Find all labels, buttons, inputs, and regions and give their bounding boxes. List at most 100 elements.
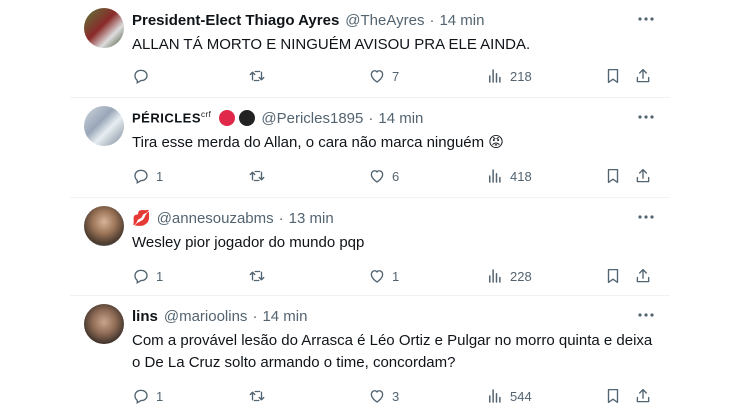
- bookmark-icon: [607, 268, 619, 284]
- views-chart-icon: [489, 169, 501, 183]
- retweet-icon: [249, 170, 265, 182]
- share-button[interactable]: [634, 66, 652, 86]
- retweet-button[interactable]: [248, 166, 266, 186]
- reply-icon: [134, 169, 148, 185]
- like-count: 6: [392, 168, 400, 184]
- bookmark-icon: [607, 168, 619, 184]
- timestamp[interactable]: 14 min: [378, 110, 423, 127]
- timestamp[interactable]: 14 min: [262, 308, 307, 325]
- like-button[interactable]: 1: [368, 266, 399, 286]
- views-count: 418: [510, 168, 532, 184]
- views-button[interactable]: 228: [486, 266, 532, 286]
- more-horizontal-icon[interactable]: [636, 210, 656, 224]
- share-button[interactable]: [634, 266, 652, 286]
- author-name-text: PÉRICLES: [132, 110, 202, 126]
- avatar[interactable]: [84, 206, 124, 246]
- reply-count: 1: [156, 388, 164, 404]
- avatar[interactable]: [84, 106, 124, 146]
- author-handle[interactable]: @annesouzabms: [157, 210, 274, 227]
- author-handle[interactable]: @Pericles1895: [261, 110, 363, 127]
- separator-dot: ·: [278, 209, 284, 227]
- reply-feed: President-Elect Thiago Ayres @TheAyres ·…: [0, 0, 740, 416]
- post-text: Wesley pior jogador do mundo pqp: [132, 234, 365, 251]
- heart-icon: [370, 270, 384, 283]
- bookmark-button[interactable]: [604, 166, 622, 186]
- views-count: 228: [510, 268, 532, 284]
- share-icon: [636, 268, 650, 283]
- timestamp[interactable]: 13 min: [289, 210, 334, 227]
- post-header: 💋 @annesouzabms · 13 min: [132, 208, 630, 228]
- red-circle-badge-icon: [219, 110, 236, 126]
- action-bar: 1 1 228: [132, 266, 662, 286]
- share-icon: [636, 388, 650, 403]
- like-count: 1: [392, 268, 400, 284]
- action-bar: 1 3 544: [132, 386, 662, 406]
- author-name-sup: crf: [201, 110, 212, 120]
- retweet-icon: [249, 70, 265, 82]
- views-button[interactable]: 544: [486, 386, 532, 406]
- reply-post[interactable]: PÉRICLEScrf @Pericles1895 · 14 min Tira …: [70, 98, 670, 198]
- author-name[interactable]: 💋: [132, 209, 151, 227]
- retweet-button[interactable]: [248, 386, 266, 406]
- reply-button[interactable]: 1: [132, 166, 163, 186]
- heart-icon: [370, 390, 384, 403]
- separator-dot: ·: [429, 11, 435, 29]
- bookmark-button[interactable]: [604, 66, 622, 86]
- reply-icon: [134, 389, 148, 405]
- like-count: 7: [392, 68, 400, 84]
- more-horizontal-icon[interactable]: [636, 308, 656, 322]
- post-header: PÉRICLEScrf @Pericles1895 · 14 min: [132, 108, 630, 128]
- bookmark-icon: [607, 388, 619, 404]
- reply-post[interactable]: 💋 @annesouzabms · 13 min Wesley pior jog…: [70, 198, 670, 296]
- bookmark-button[interactable]: [604, 386, 622, 406]
- retweet-icon: [249, 270, 265, 282]
- avatar[interactable]: [84, 8, 124, 48]
- author-name[interactable]: lins: [132, 308, 158, 325]
- timestamp[interactable]: 14 min: [439, 12, 484, 29]
- share-button[interactable]: [634, 386, 652, 406]
- black-circle-badge-icon: [239, 110, 256, 126]
- views-button[interactable]: 418: [486, 166, 532, 186]
- reply-button[interactable]: 1: [132, 266, 163, 286]
- views-chart-icon: [489, 69, 501, 83]
- reply-count: 1: [156, 268, 164, 284]
- action-bar: 1 6 418: [132, 166, 662, 186]
- like-button[interactable]: 7: [368, 66, 399, 86]
- reply-post[interactable]: President-Elect Thiago Ayres @TheAyres ·…: [70, 0, 670, 98]
- views-button[interactable]: 218: [486, 66, 532, 86]
- heart-icon: [370, 70, 384, 83]
- avatar[interactable]: [84, 304, 124, 344]
- like-button[interactable]: 3: [368, 386, 399, 406]
- heart-icon: [370, 170, 384, 183]
- separator-dot: ·: [252, 307, 258, 325]
- reply-button[interactable]: 1: [132, 386, 163, 406]
- bookmark-button[interactable]: [604, 266, 622, 286]
- author-handle[interactable]: @marioolins: [164, 308, 248, 325]
- views-count: 544: [510, 388, 532, 404]
- author-name[interactable]: PÉRICLEScrf: [132, 110, 211, 125]
- bookmark-icon: [607, 68, 619, 84]
- views-chart-icon: [489, 389, 501, 403]
- retweet-icon: [249, 390, 265, 402]
- views-count: 218: [510, 68, 532, 84]
- share-button[interactable]: [634, 166, 652, 186]
- retweet-button[interactable]: [248, 266, 266, 286]
- reply-icon: [134, 269, 148, 285]
- post-text: Com a provável lesão do Arrasca é Léo Or…: [132, 332, 653, 371]
- retweet-button[interactable]: [248, 66, 266, 86]
- author-handle[interactable]: @TheAyres: [345, 12, 424, 29]
- reply-icon: [134, 69, 148, 85]
- reply-button[interactable]: [132, 66, 156, 86]
- reply-count: 1: [156, 168, 164, 184]
- action-bar: 7 218: [132, 66, 662, 86]
- share-icon: [636, 168, 650, 183]
- like-button[interactable]: 6: [368, 166, 399, 186]
- more-horizontal-icon[interactable]: [636, 110, 656, 124]
- post-header: President-Elect Thiago Ayres @TheAyres ·…: [132, 10, 630, 30]
- share-icon: [636, 68, 650, 83]
- views-chart-icon: [489, 269, 501, 283]
- author-name[interactable]: President-Elect Thiago Ayres: [132, 12, 339, 29]
- post-header: lins @marioolins · 14 min: [132, 306, 630, 326]
- more-horizontal-icon[interactable]: [636, 12, 656, 26]
- reply-post[interactable]: lins @marioolins · 14 min Com a provável…: [70, 296, 670, 416]
